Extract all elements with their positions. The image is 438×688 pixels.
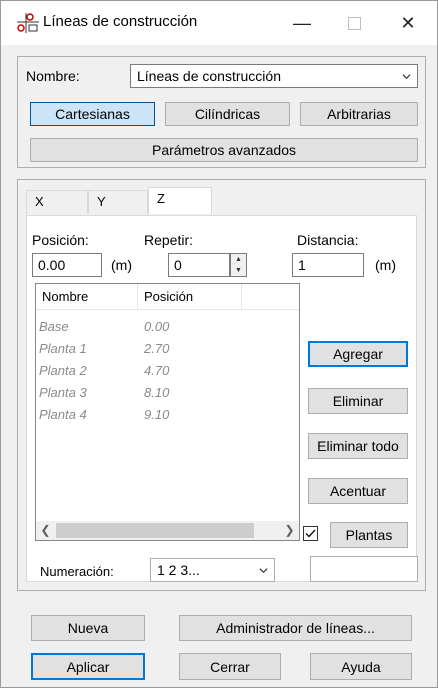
construction-lines-icon: [17, 13, 39, 33]
list-item[interactable]: Base 0.00: [36, 316, 299, 338]
lines-group: X Y Z Posición: 0.00 (m) Repetir: 0 ▲ ▼ …: [17, 179, 426, 591]
row-position: 8.10: [144, 385, 170, 400]
row-name: Planta 3: [39, 385, 87, 400]
minimize-icon: —: [293, 12, 311, 33]
tab-y-label: Y: [97, 194, 106, 209]
advanced-parameters-label: Parámetros avanzados: [152, 142, 296, 158]
maximize-icon: [347, 16, 361, 30]
row-position: 9.10: [144, 407, 170, 422]
column-header-name[interactable]: Nombre: [36, 284, 138, 310]
scroll-right-icon[interactable]: ❯: [281, 522, 298, 539]
arbitrary-label: Arbitrarias: [327, 106, 391, 122]
help-button[interactable]: Ayuda: [310, 653, 412, 680]
add-label: Agregar: [333, 346, 383, 362]
position-input[interactable]: 0.00: [32, 253, 102, 277]
column-header-position-label: Posición: [144, 289, 194, 304]
delete-all-button[interactable]: Eliminar todo: [308, 433, 408, 459]
tab-z[interactable]: Z: [148, 187, 212, 214]
close-icon: ✕: [400, 12, 416, 33]
apply-button[interactable]: Aplicar: [31, 653, 145, 680]
distance-input[interactable]: 1: [292, 253, 364, 277]
position-unit: (m): [111, 257, 132, 273]
numbering-label: Numeración:: [40, 564, 114, 579]
accent-button[interactable]: Acentuar: [308, 478, 408, 504]
list-item[interactable]: Planta 3 8.10: [36, 382, 299, 404]
list-item[interactable]: Planta 4 9.10: [36, 404, 299, 426]
spin-down-icon[interactable]: ▼: [231, 265, 246, 276]
close-window-button[interactable]: ✕: [385, 1, 431, 45]
column-header-position[interactable]: Posición: [138, 284, 242, 310]
repeat-label: Repetir:: [144, 232, 194, 248]
floors-button[interactable]: Plantas: [330, 522, 408, 548]
row-name: Planta 4: [39, 407, 87, 422]
lines-manager-label: Administrador de líneas...: [216, 620, 375, 636]
delete-all-label: Eliminar todo: [317, 438, 399, 454]
column-header-name-label: Nombre: [42, 289, 89, 304]
apply-label: Aplicar: [66, 658, 110, 675]
cartesian-label: Cartesianas: [55, 106, 130, 122]
new-label: Nueva: [67, 620, 109, 636]
chevron-down-icon: [402, 74, 411, 80]
row-position: 0.00: [144, 319, 170, 334]
distance-value: 1: [298, 257, 306, 273]
accent-label: Acentuar: [329, 483, 387, 499]
spin-up-icon[interactable]: ▲: [231, 254, 246, 265]
cylindrical-label: Cilíndricas: [194, 106, 261, 122]
dialog-window: Líneas de construcción — ✕ Nombre: Línea…: [0, 0, 438, 688]
name-group: Nombre: Líneas de construcción Cartesian…: [17, 56, 426, 168]
tab-z-label: Z: [157, 191, 165, 206]
repeat-spinner[interactable]: ▲ ▼: [230, 253, 247, 277]
maximize-button[interactable]: [331, 1, 377, 45]
scroll-left-icon[interactable]: ❮: [37, 522, 54, 539]
repeat-value: 0: [174, 257, 182, 273]
chevron-down-icon: [259, 568, 268, 574]
delete-button[interactable]: Eliminar: [308, 388, 408, 414]
row-name: Planta 2: [39, 363, 87, 378]
row-position: 4.70: [144, 363, 170, 378]
list-item[interactable]: Planta 1 2.70: [36, 338, 299, 360]
numbering-combobox[interactable]: 1 2 3...: [150, 558, 275, 582]
advanced-parameters-button[interactable]: Parámetros avanzados: [30, 138, 418, 162]
list-item[interactable]: Planta 2 4.70: [36, 360, 299, 382]
repeat-input[interactable]: 0: [168, 253, 230, 277]
lines-manager-button[interactable]: Administrador de líneas...: [179, 615, 412, 641]
name-value: Líneas de construcción: [137, 68, 281, 84]
row-name: Planta 1: [39, 341, 87, 356]
new-button[interactable]: Nueva: [31, 615, 145, 641]
position-value: 0.00: [38, 257, 66, 273]
cartesian-button[interactable]: Cartesianas: [30, 102, 155, 126]
tab-x-label: X: [35, 194, 44, 209]
checkmark-icon: [305, 529, 316, 538]
distance-unit: (m): [375, 257, 396, 273]
floors-label: Plantas: [345, 527, 393, 543]
close-label: Cerrar: [210, 658, 250, 675]
row-name: Base: [39, 319, 69, 334]
row-position: 2.70: [144, 341, 170, 356]
horizontal-scrollbar[interactable]: ❮ ❯: [36, 521, 299, 540]
name-label: Nombre:: [26, 68, 80, 84]
scroll-thumb[interactable]: [56, 523, 254, 538]
minimize-button[interactable]: —: [279, 1, 325, 45]
close-button[interactable]: Cerrar: [179, 653, 281, 680]
distance-label: Distancia:: [297, 232, 359, 248]
listview-header: Nombre Posición: [36, 284, 299, 310]
tab-x[interactable]: X: [26, 190, 88, 214]
lines-listview[interactable]: Nombre Posición Base 0.00 Planta 1 2.70 …: [35, 283, 300, 541]
numbering-value: 1 2 3...: [157, 562, 200, 578]
numbering-prefix-input[interactable]: [310, 556, 418, 582]
window-title: Líneas de construcción: [43, 13, 198, 30]
tab-y[interactable]: Y: [88, 190, 148, 214]
position-label: Posición:: [32, 232, 89, 248]
help-label: Ayuda: [341, 658, 381, 675]
cylindrical-button[interactable]: Cilíndricas: [165, 102, 290, 126]
name-combobox[interactable]: Líneas de construcción: [130, 64, 418, 88]
floors-checkbox[interactable]: [303, 526, 318, 541]
title-bar: Líneas de construcción — ✕: [1, 1, 437, 45]
delete-label: Eliminar: [332, 393, 384, 409]
tab-z-panel: Posición: 0.00 (m) Repetir: 0 ▲ ▼ Distan…: [26, 215, 417, 582]
add-button[interactable]: Agregar: [308, 341, 408, 367]
arbitrary-button[interactable]: Arbitrarias: [300, 102, 418, 126]
